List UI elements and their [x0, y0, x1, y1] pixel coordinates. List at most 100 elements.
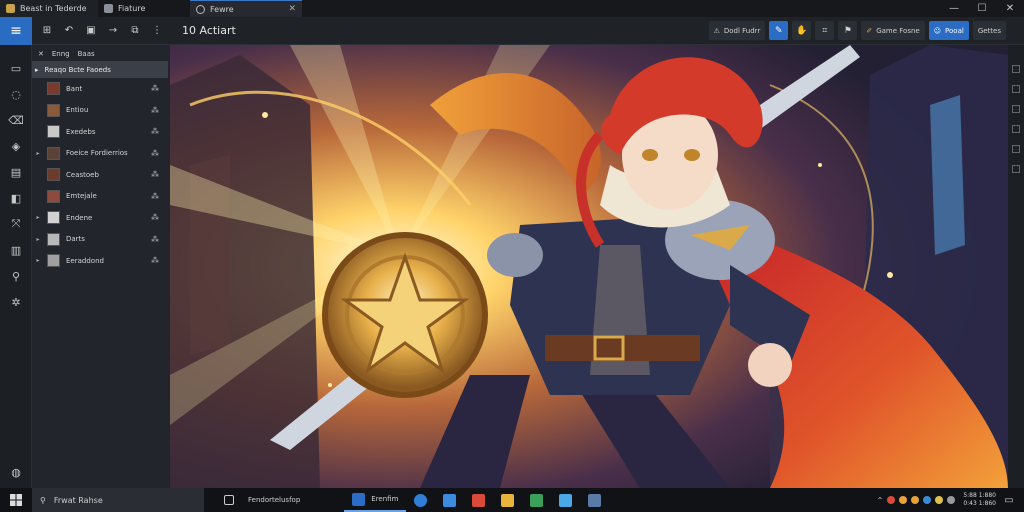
tray-app-icon[interactable] — [899, 496, 908, 504]
main-toolbar: ≡ ⊞ ↶ ▣ → ⧉ ⋮ 10 Actiart ⚠ Dodl Fudrr ✎ … — [0, 16, 1024, 45]
file-tab[interactable]: Fiature — [98, 0, 190, 17]
artwork-canvas[interactable] — [170, 45, 1008, 488]
close-tab-icon[interactable]: ✕ — [288, 4, 296, 14]
close-window-button[interactable]: ✕ — [996, 0, 1024, 17]
search-text: Frwat Rahse — [53, 495, 103, 505]
document-tab[interactable]: Fewre ✕ — [190, 0, 302, 17]
pen-icon: ✎ — [775, 25, 783, 36]
game-button[interactable]: ✐ Game Fosne — [861, 21, 925, 40]
gettes-button[interactable]: Gettes — [972, 21, 1006, 40]
layer-row[interactable]: Bant ⁂ — [32, 78, 168, 99]
layer-group-row[interactable]: ▸ Reaqo Bcte Faoeds — [32, 61, 168, 78]
eraser-tool-icon[interactable]: ⌫ — [8, 113, 24, 127]
panel-toggle-icon[interactable] — [1012, 105, 1020, 113]
move-tool-button[interactable]: ✋ — [792, 21, 812, 40]
save-icon[interactable]: ▣ — [84, 24, 98, 38]
maximize-window-button[interactable]: ☐ — [968, 0, 996, 17]
system-clock[interactable]: 5:88 1:880 0:43 1:860 — [963, 492, 996, 508]
lasso-tool-icon[interactable]: ◌ — [9, 87, 23, 101]
help-icon[interactable]: ◍ — [9, 465, 23, 479]
tray-app-icon[interactable] — [911, 496, 920, 504]
dodl-button[interactable]: ⚠ Dodl Fudrr — [708, 21, 766, 40]
visibility-icon[interactable]: ⁂ — [148, 192, 162, 201]
copy-icon[interactable]: ⧉ — [128, 24, 142, 38]
layer-name: Foeice Fordierrios — [66, 149, 128, 157]
layer-row[interactable]: Ceastoeb ⁂ — [32, 164, 168, 185]
tray-app-icon[interactable] — [923, 496, 932, 504]
undo-icon[interactable]: ↶ — [62, 24, 76, 38]
pen-tool-button[interactable]: ✎ — [769, 21, 789, 40]
visibility-icon[interactable]: ⁂ — [148, 235, 162, 244]
visibility-icon[interactable]: ⁂ — [148, 213, 162, 222]
notification-icon[interactable]: ▭ — [1000, 491, 1018, 509]
visibility-icon[interactable]: ⁂ — [148, 106, 162, 115]
pinned-app-button[interactable] — [551, 488, 580, 512]
visibility-icon[interactable]: ⁂ — [148, 256, 162, 265]
pinned-app-button[interactable] — [435, 488, 464, 512]
pinned-app-button[interactable] — [580, 488, 609, 512]
app-title-tab[interactable]: Beast in Tederde — [0, 0, 98, 17]
panel-toggle-icon[interactable] — [1012, 65, 1020, 73]
panel-toggle-icon[interactable] — [1012, 125, 1020, 133]
layer-name: Exedebs — [66, 127, 96, 136]
layer-tool-icon[interactable]: ▥ — [9, 243, 23, 257]
taskbar-app-button[interactable]: Erenfim — [344, 488, 407, 512]
panel-toggle-icon[interactable] — [1012, 145, 1020, 153]
new-file-icon[interactable]: ⊞ — [40, 24, 54, 38]
task-view-button[interactable]: Fendortelusfop — [216, 488, 308, 512]
pinned-app-button[interactable] — [522, 488, 551, 512]
fill-tool-icon[interactable]: ◈ — [9, 139, 23, 153]
windows-start-icon[interactable] — [0, 488, 32, 512]
hamburger-menu-icon[interactable]: ≡ — [0, 16, 32, 45]
clock-date: 0:43 1:860 — [963, 500, 996, 507]
layer-row[interactable]: ▸ Eeraddond ⁂ — [32, 250, 168, 271]
visibility-icon[interactable]: ⁂ — [148, 127, 162, 136]
layer-caret-icon[interactable]: ▸ — [32, 214, 44, 221]
panel-toggle-icon[interactable] — [1012, 165, 1020, 173]
layer-caret-icon[interactable]: ▸ — [32, 150, 44, 157]
text-tool-icon[interactable]: ▤ — [9, 165, 23, 179]
tray-app-icon[interactable] — [947, 496, 956, 504]
layer-row[interactable]: ▸ Darts ⁂ — [32, 229, 168, 250]
layer-row[interactable]: ▸ Endene ⁂ — [32, 207, 168, 228]
taskbar-search-input[interactable]: ⚲ Frwat Rahse — [32, 488, 204, 512]
layer-thumbnail — [47, 232, 60, 246]
chevron-up-icon[interactable]: ⌃ — [877, 496, 884, 505]
pinned-app-button[interactable] — [493, 488, 522, 512]
redo-icon[interactable]: → — [106, 24, 120, 38]
minimize-window-button[interactable]: — — [940, 0, 968, 17]
visibility-icon[interactable]: ⁂ — [148, 149, 162, 158]
visibility-icon[interactable]: ⁂ — [148, 170, 162, 179]
layer-row[interactable]: Entiou ⁂ — [32, 100, 168, 121]
layer-caret-icon[interactable]: ▸ — [32, 236, 44, 243]
pooal-button[interactable]: ☺ Pooal — [928, 21, 969, 40]
shape-tool-icon[interactable]: ◧ — [9, 191, 23, 205]
title-bar: Beast in Tederde Fiature Fewre ✕ — ☐ ✕ — [0, 0, 1024, 17]
panel-toggle-icon[interactable] — [1012, 85, 1020, 93]
media-icon — [472, 493, 486, 507]
layer-name: Entiou — [66, 106, 89, 114]
pinned-app-button[interactable] — [464, 488, 493, 512]
group-caret-icon[interactable]: ▸ — [35, 66, 39, 74]
collapse-panel-icon[interactable]: ✕ — [38, 50, 44, 58]
settings-gear-icon[interactable]: ✲ — [9, 295, 23, 309]
tray-app-icon[interactable] — [887, 496, 896, 504]
select-tool-icon[interactable]: ▭ — [9, 61, 23, 75]
transform-tool-icon[interactable]: ⤧ — [9, 217, 23, 231]
file-icon — [104, 4, 113, 13]
layer-caret-icon[interactable]: ▸ — [32, 257, 44, 264]
layer-row[interactable]: Exedebs ⁂ — [32, 121, 168, 142]
tray-app-icon[interactable] — [935, 496, 944, 504]
more-options-icon[interactable]: ⋮ — [150, 24, 164, 38]
layer-row[interactable]: Emtejale ⁂ — [32, 186, 168, 207]
file-tab-label: Fiature — [118, 4, 146, 13]
right-scroll-rail[interactable] — [1008, 45, 1024, 488]
layer-row[interactable]: ▸ Foeice Fordierrios ⁂ — [32, 143, 168, 164]
app-logo-icon — [6, 4, 15, 13]
flag-tool-button[interactable]: ⚑ — [838, 21, 858, 40]
visibility-icon[interactable]: ⁂ — [148, 84, 162, 93]
crop-tool-button[interactable]: ⌗ — [815, 21, 835, 40]
pinned-app-button[interactable] — [406, 488, 435, 512]
store-icon — [530, 493, 544, 507]
eyedropper-tool-icon[interactable]: ⚲ — [9, 269, 23, 283]
